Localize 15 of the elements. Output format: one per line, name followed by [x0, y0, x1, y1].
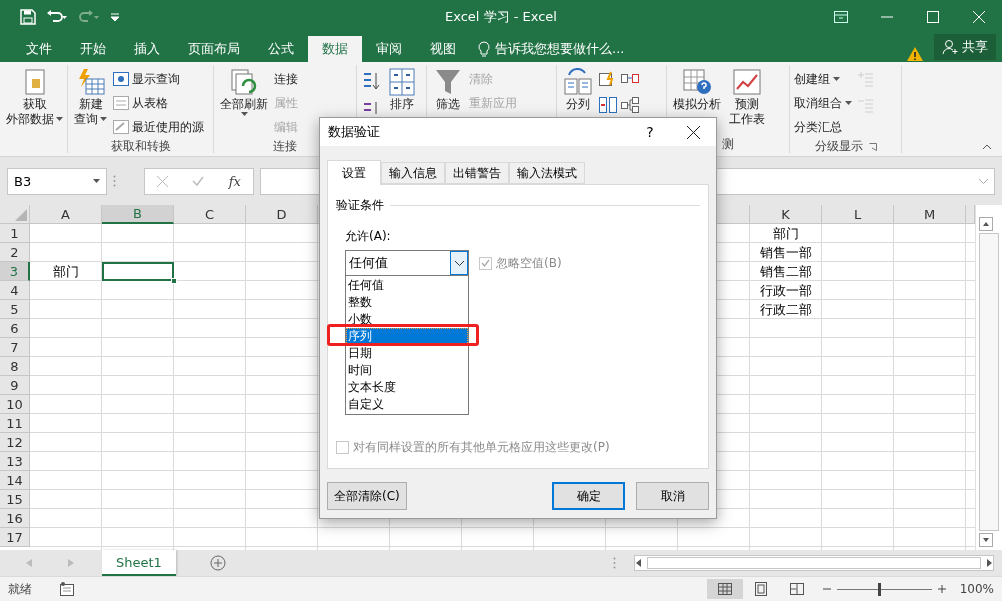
group-label: 连接 [273, 138, 297, 155]
table-cell-text: 销售一部 [759, 243, 813, 262]
group-label: 分级显示 [814, 138, 863, 155]
window-title: Excel 学习 - Excel [444, 8, 558, 26]
section-heading: 验证条件 [336, 197, 384, 214]
group-label: 获取和转换 [110, 138, 171, 155]
table-cell-text: 行政二部 [759, 300, 813, 319]
allow-label: 允许(A): [345, 228, 392, 245]
status-text: 就绪 [8, 580, 32, 598]
group-label: 测 [722, 136, 734, 153]
table-cell-text: 行政一部 [759, 281, 813, 300]
table-cell-text: 部门 [772, 224, 800, 243]
table-cell-text: 销售二部 [759, 262, 813, 281]
dialog-title: 数据验证 [328, 123, 381, 141]
table-cell-text: 部门 [52, 262, 80, 281]
